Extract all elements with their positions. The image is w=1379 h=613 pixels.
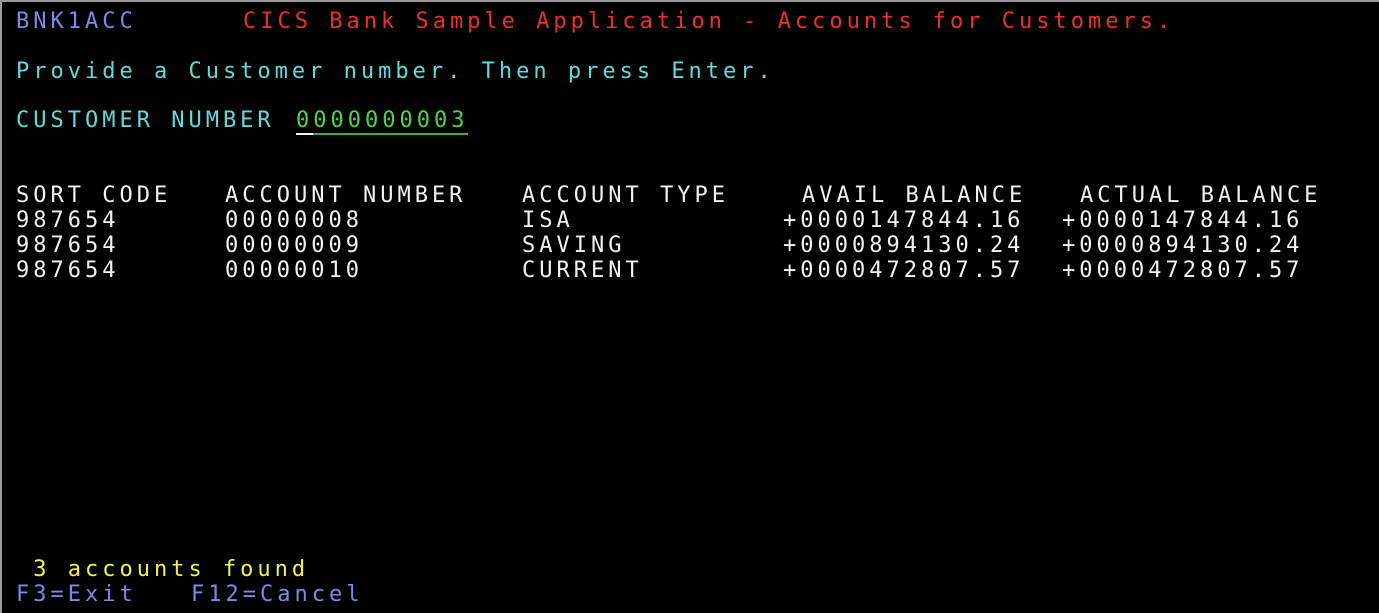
sort-code: 987654 [16,258,120,283]
actual-balance: +0000147844.16 [1062,208,1304,233]
col-header-actual-balance: ACTUAL BALANCE [1080,183,1322,208]
f12-cancel-key[interactable]: F12=Cancel [191,583,363,607]
sort-code: 987654 [16,233,120,258]
col-header-account-type: ACCOUNT TYPE [522,183,729,208]
screen-title: CICS Bank Sample Application - Accounts … [243,9,1175,34]
instruction-text: Provide a Customer number. Then press En… [16,59,775,84]
customer-number-input[interactable] [296,109,468,135]
avail-balance: +0000472807.57 [783,258,1025,283]
terminal-screen: BNK1ACC CICS Bank Sample Application - A… [0,0,1379,613]
account-type: SAVING [522,233,626,258]
avail-balance: +0000894130.24 [783,233,1025,258]
transaction-id: BNK1ACC [16,9,137,34]
sort-code: 987654 [16,208,120,233]
status-message: 3 accounts found [16,557,310,582]
account-type: ISA [522,208,574,233]
actual-balance: +0000472807.57 [1062,258,1304,283]
col-header-account-number: ACCOUNT NUMBER [225,183,467,208]
account-type: CURRENT [522,258,643,283]
f3-exit-key[interactable]: F3=Exit [16,583,137,607]
account-number: 00000008 [225,208,363,233]
account-number: 00000010 [225,258,363,283]
cursor [296,133,313,135]
col-header-avail-balance: AVAIL BALANCE [802,183,1027,208]
customer-number-label: CUSTOMER NUMBER [16,108,275,133]
actual-balance: +0000894130.24 [1062,233,1304,258]
avail-balance: +0000147844.16 [783,208,1025,233]
col-header-sort-code: SORT CODE [16,183,172,208]
account-number: 00000009 [225,233,363,258]
